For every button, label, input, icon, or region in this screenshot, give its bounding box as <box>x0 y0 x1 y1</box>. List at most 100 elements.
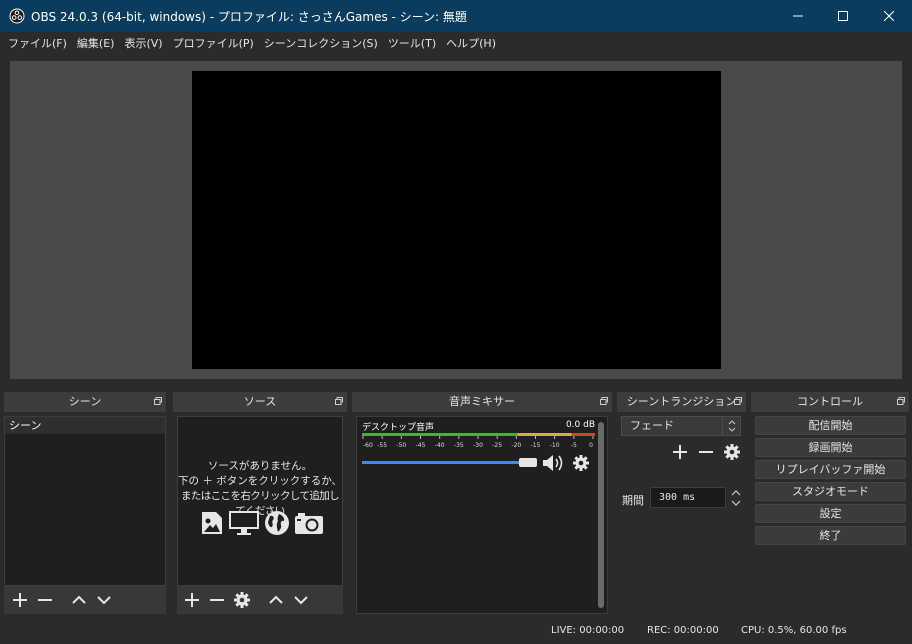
meter-scale-label: -35 <box>454 442 464 449</box>
transitions-body: フェード 期間 300 ms <box>617 412 746 618</box>
chevron-up-icon <box>731 490 741 496</box>
meter-scale-label: 0 <box>589 442 593 449</box>
speaker-icon[interactable] <box>542 454 564 472</box>
preview-canvas[interactable] <box>192 71 721 369</box>
transitions-title-label: シーントランジション <box>626 395 737 408</box>
slider-handle[interactable] <box>519 458 537 467</box>
preview-area[interactable] <box>10 61 902 379</box>
meter-scale-label: -15 <box>531 442 541 449</box>
studio-mode-button[interactable]: スタジオモード <box>755 482 906 501</box>
move-scene-up-button[interactable] <box>66 589 91 611</box>
start-replay-buffer-button[interactable]: リプレイバッファ開始 <box>755 460 906 479</box>
obs-logo-icon <box>9 8 25 24</box>
transitions-dock-title: シーントランジション <box>617 392 746 412</box>
audio-mixer-dock: 音声ミキサー デスクトップ音声 0.0 dB -60 -55 -50 -45 -40 -3… <box>352 392 612 618</box>
add-scene-button[interactable] <box>7 589 32 611</box>
start-streaming-button[interactable]: 配信開始 <box>755 416 906 435</box>
chevron-down-icon <box>293 596 308 605</box>
minus-icon <box>209 599 224 601</box>
chevron-down-icon <box>731 500 741 506</box>
menu-view[interactable]: 表示(V) <box>119 35 167 51</box>
meter-scale-label: -25 <box>492 442 502 449</box>
gear-icon[interactable] <box>573 455 589 471</box>
window-title: OBS 24.0.3 (64-bit, windows) - プロファイル: さ… <box>31 9 467 24</box>
chevron-up-icon <box>268 595 283 604</box>
transition-selected-value: フェード <box>630 419 674 432</box>
volume-slider[interactable] <box>362 457 537 469</box>
menu-profile[interactable]: プロファイル(P) <box>168 35 259 51</box>
float-dock-icon[interactable] <box>897 397 905 405</box>
move-source-down-button[interactable] <box>288 589 313 611</box>
duration-up-button[interactable] <box>729 488 743 498</box>
meter-scale-label: -40 <box>435 442 445 449</box>
meter-red-band <box>571 433 595 436</box>
maximize-icon <box>838 11 848 21</box>
meter-scale-label: -5 <box>571 442 577 449</box>
meter-scale-label: -60 <box>363 442 373 449</box>
exit-button[interactable]: 終了 <box>755 526 906 545</box>
remove-scene-button[interactable] <box>32 589 57 611</box>
controls-title-label: コントロール <box>797 395 863 408</box>
controls-dock: コントロール 配信開始 録画開始 リプレイバッファ開始 スタジオモード 設定 終… <box>751 392 909 618</box>
scenes-list[interactable]: シーン <box>4 416 166 586</box>
menu-tools[interactable]: ツール(T) <box>383 35 441 51</box>
chevron-down-icon <box>96 596 111 605</box>
duration-input[interactable]: 300 ms <box>650 487 726 508</box>
move-scene-down-button[interactable] <box>91 589 116 611</box>
menu-scene-collection[interactable]: シーンコレクション(S) <box>259 35 383 51</box>
menu-bar: ファイル(F) 編集(E) 表示(V) プロファイル(P) シーンコレクション(… <box>0 32 912 53</box>
settings-button[interactable]: 設定 <box>755 504 906 523</box>
select-arrows-icon <box>722 417 740 435</box>
start-recording-button[interactable]: 録画開始 <box>755 438 906 457</box>
meter-green-band <box>362 433 518 436</box>
maximize-button[interactable] <box>820 0 866 32</box>
move-source-up-button[interactable] <box>263 589 288 611</box>
close-icon <box>884 11 894 21</box>
menu-file[interactable]: ファイル(F) <box>3 35 72 51</box>
meter-scale-label: -10 <box>550 442 560 449</box>
add-source-button[interactable] <box>179 589 204 611</box>
minimize-icon <box>793 15 803 17</box>
close-button[interactable] <box>866 0 912 32</box>
mixer-panel: デスクトップ音声 0.0 dB -60 -55 -50 -45 -40 -35 -30 -25… <box>356 416 608 614</box>
float-dock-icon[interactable] <box>734 397 742 405</box>
scene-transitions-dock: シーントランジション フェード 期間 300 ms <box>617 392 746 618</box>
globe-icon <box>265 511 289 535</box>
mixer-dock-title: 音声ミキサー <box>352 392 612 412</box>
image-icon <box>202 512 222 534</box>
meter-scale-label: -30 <box>473 442 483 449</box>
empty-line-2: 下の ＋ ボタンをクリックするか、 <box>178 475 342 487</box>
controls-dock-title: コントロール <box>751 392 909 412</box>
plus-icon <box>184 593 199 607</box>
gear-icon <box>233 592 250 608</box>
remove-source-button[interactable] <box>204 589 229 611</box>
plus-icon <box>672 445 687 459</box>
menu-help[interactable]: ヘルプ(H) <box>441 35 501 51</box>
float-dock-icon[interactable] <box>600 397 608 405</box>
menu-edit[interactable]: 編集(E) <box>72 35 120 51</box>
duration-label: 期間 <box>622 494 644 507</box>
slider-fill <box>362 461 519 464</box>
transition-properties-button[interactable] <box>719 441 744 463</box>
status-bar: LIVE: 00:00:00 REC: 00:00:00 CPU: 0.5%, … <box>0 620 912 644</box>
cpu-status: CPU: 0.5%, 60.00 fps <box>741 625 847 636</box>
minimize-button[interactable] <box>775 0 821 32</box>
mixer-scrollbar[interactable] <box>598 422 604 608</box>
sources-list[interactable]: ソースがありません。 下の ＋ ボタンをクリックするか、 またはここを右クリック… <box>177 416 343 586</box>
add-transition-button[interactable] <box>667 441 692 463</box>
meter-scale-label: -55 <box>377 442 387 449</box>
chevron-up-icon <box>71 595 86 604</box>
remove-transition-button[interactable] <box>693 441 718 463</box>
sources-toolbar <box>177 586 343 614</box>
scene-item[interactable]: シーン <box>5 417 165 434</box>
live-status: LIVE: 00:00:00 <box>551 625 625 636</box>
duration-down-button[interactable] <box>729 498 743 508</box>
minus-icon <box>698 451 713 453</box>
minus-icon <box>37 599 52 601</box>
meter-scale-label: -50 <box>396 442 406 449</box>
display-icon <box>229 511 259 535</box>
source-properties-button[interactable] <box>229 589 254 611</box>
float-dock-icon[interactable] <box>335 397 343 405</box>
float-dock-icon[interactable] <box>154 397 162 405</box>
transition-select[interactable]: フェード <box>621 416 741 436</box>
